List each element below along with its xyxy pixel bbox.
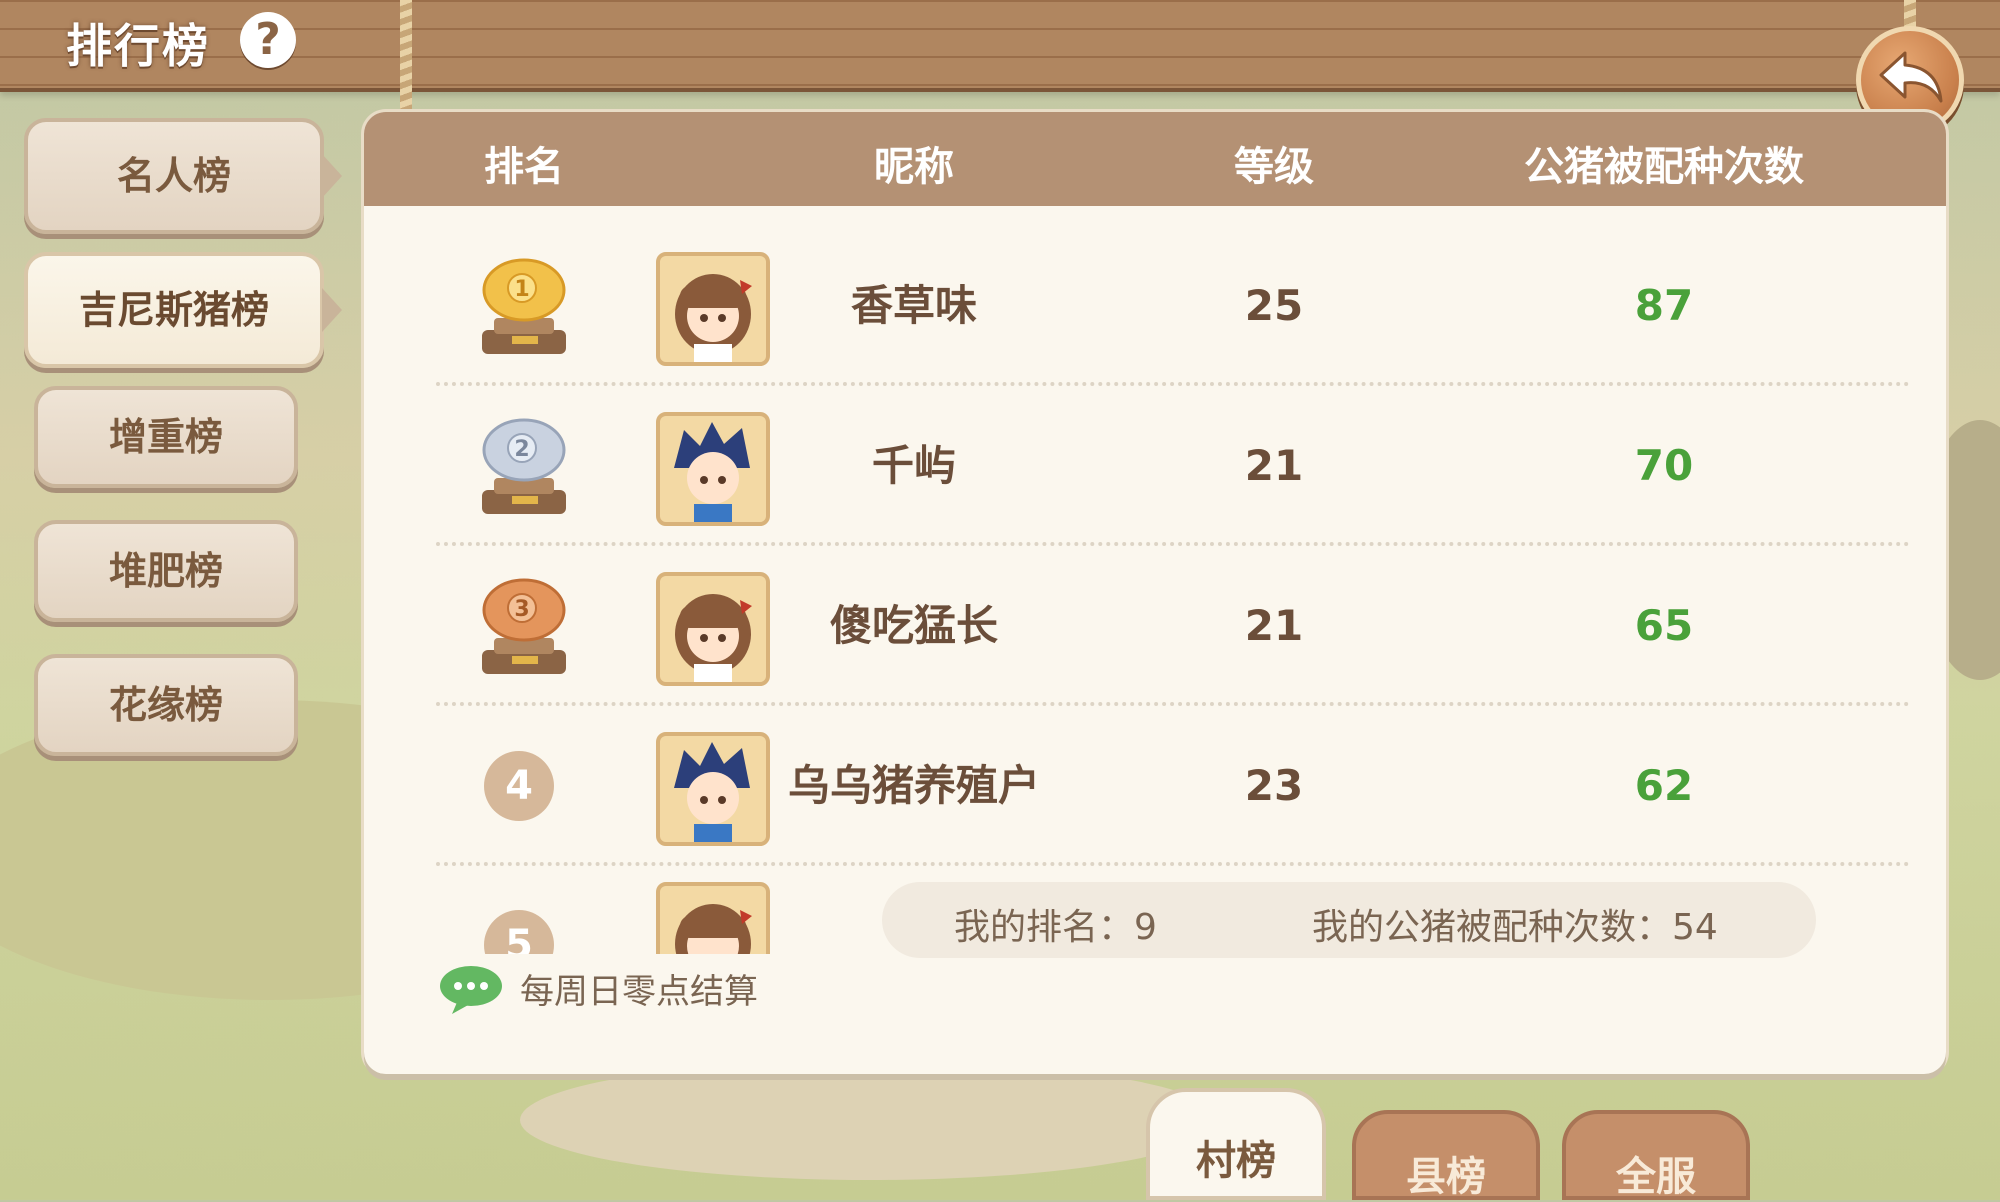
sidebar-item-label: 名人榜 — [116, 154, 231, 198]
my-rank-bar: 我的排名：9 我的公猪被配种次数：54 — [882, 882, 1816, 958]
table-row[interactable]: 2 千屿 21 70 — [364, 386, 1946, 546]
player-level: 25 — [1244, 281, 1304, 330]
tab-label: 全服 — [1616, 1154, 1696, 1200]
tab-county[interactable]: 县榜 — [1352, 1110, 1540, 1200]
table-header: 排名 昵称 等级 公猪被配种次数 — [364, 112, 1946, 206]
avatar[interactable] — [656, 882, 770, 954]
breeding-count: 62 — [1634, 761, 1694, 810]
rank-badge: 4 — [484, 751, 554, 821]
back-arrow-icon — [1879, 51, 1943, 103]
column-level: 等级 — [1234, 144, 1314, 190]
table-row[interactable]: 4 乌乌猪养殖户 23 62 — [364, 706, 1946, 866]
sidebar-item-weight-gain[interactable]: 增重榜 — [34, 386, 298, 488]
breeding-count: 70 — [1634, 441, 1694, 490]
tab-label: 县榜 — [1406, 1154, 1486, 1200]
settlement-notice: 每周日零点结算 — [520, 972, 758, 1012]
tab-village[interactable]: 村榜 — [1146, 1088, 1326, 1200]
bronze-pig-trophy-icon: 3 — [482, 578, 566, 674]
avatar[interactable] — [656, 252, 770, 366]
rank-badge: 5 — [484, 910, 554, 954]
tab-label: 村榜 — [1196, 1138, 1276, 1184]
player-name: 千屿 — [871, 441, 956, 490]
sidebar-item-label: 堆肥榜 — [108, 549, 223, 593]
sidebar-item-compost[interactable]: 堆肥榜 — [34, 520, 298, 622]
background-path — [520, 1060, 1220, 1180]
sidebar-item-label: 增重榜 — [108, 415, 223, 459]
breeding-count: 87 — [1634, 281, 1694, 330]
sidebar-item-label: 吉尼斯猪榜 — [78, 288, 269, 332]
player-name: 乌乌猪养殖户 — [787, 761, 1040, 810]
my-breeding-count: 我的公猪被配种次数：54 — [1312, 907, 1718, 948]
silver-pig-trophy-icon: 2 — [482, 418, 566, 514]
table-row[interactable]: 3 傻吃猛长 21 65 — [364, 546, 1946, 706]
avatar[interactable] — [656, 572, 770, 686]
sidebar-item-flower[interactable]: 花缘榜 — [34, 654, 298, 756]
column-rank: 排名 — [484, 144, 564, 190]
column-breeding-count: 公猪被配种次数 — [1524, 144, 1804, 190]
svg-text:2: 2 — [514, 437, 529, 462]
svg-text:1: 1 — [514, 277, 529, 302]
header-bar: 排行榜 ? — [0, 0, 2000, 92]
player-name: 香草味 — [850, 281, 977, 330]
svg-text:3: 3 — [514, 597, 529, 622]
breeding-count: 65 — [1634, 601, 1694, 650]
help-icon[interactable]: ? — [240, 12, 296, 68]
gold-pig-trophy-icon: 1 — [482, 258, 566, 354]
leaderboard-panel: 排名 昵称 等级 公猪被配种次数 1 香草味 25 87 2 千屿 21 70 … — [364, 112, 1946, 1074]
sidebar-item-guinness-pig[interactable]: 吉尼斯猪榜 — [24, 252, 342, 368]
my-rank: 我的排名：9 — [954, 907, 1157, 948]
sidebar-item-label: 花缘榜 — [108, 683, 223, 727]
player-level: 23 — [1244, 761, 1304, 810]
table-row[interactable]: 1 香草味 25 87 — [364, 226, 1946, 386]
player-name: 傻吃猛长 — [829, 601, 998, 650]
player-level: 21 — [1244, 601, 1304, 650]
column-nickname: 昵称 — [874, 144, 954, 190]
page-title: 排行榜 — [66, 19, 210, 73]
player-level: 21 — [1244, 441, 1304, 490]
tab-server[interactable]: 全服 — [1562, 1110, 1750, 1200]
chat-bubble-icon — [440, 966, 502, 1014]
avatar[interactable] — [656, 412, 770, 526]
sidebar-item-celebrity[interactable]: 名人榜 — [24, 118, 342, 234]
